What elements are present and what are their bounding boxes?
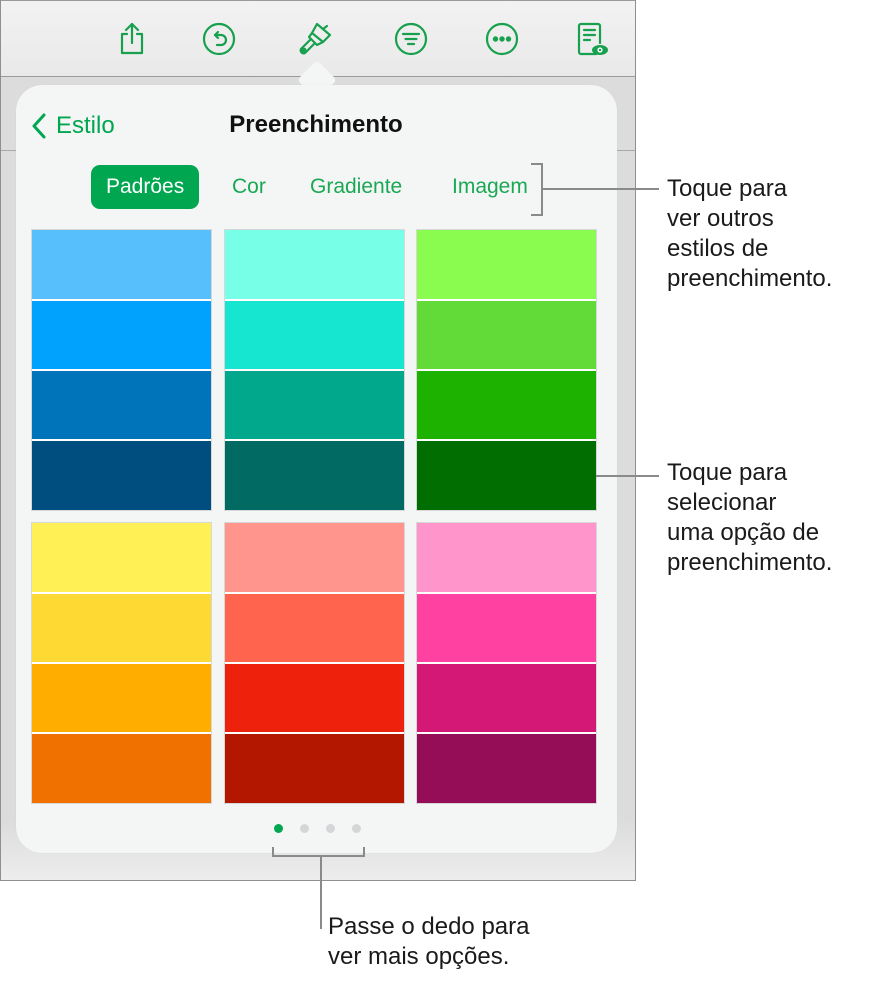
swatch-band[interactable] [32, 592, 211, 662]
page-dot[interactable] [274, 824, 283, 833]
callout-leader-swatches [596, 475, 659, 477]
swatch-blue[interactable] [32, 230, 211, 510]
swatch-band[interactable] [225, 439, 404, 510]
swatch-band[interactable] [417, 230, 596, 299]
popover-title: Preenchimento [229, 111, 403, 138]
tab-padroes[interactable]: Padrões [91, 165, 200, 209]
share-button[interactable] [114, 21, 150, 57]
format-button[interactable] [297, 21, 333, 57]
swatch-band[interactable] [225, 523, 404, 592]
callout-leader-tabs [543, 188, 659, 190]
filter-icon [394, 22, 428, 56]
undo-icon [202, 22, 236, 56]
page-dot[interactable] [326, 824, 335, 833]
swatch-band[interactable] [225, 592, 404, 662]
callout-bracket-right [363, 847, 365, 856]
swatch-band[interactable] [417, 439, 596, 510]
chevron-left-icon [32, 113, 46, 139]
callout-bracket-bottom-swipe [272, 855, 365, 857]
swatch-band[interactable] [225, 230, 404, 299]
more-icon [485, 22, 519, 56]
back-button[interactable]: Estilo [30, 110, 115, 142]
document-view-button[interactable] [574, 21, 610, 57]
tab-imagem[interactable]: Imagem [452, 165, 528, 209]
callout-leader-swipe [320, 856, 322, 929]
page-dot[interactable] [352, 824, 361, 833]
swatch-band[interactable] [417, 299, 596, 369]
back-label: Estilo [56, 112, 115, 139]
callout-bracket-bottom [531, 214, 543, 216]
swatch-band[interactable] [417, 369, 596, 439]
swatch-red[interactable] [225, 523, 404, 803]
filter-button[interactable] [393, 21, 429, 57]
swatch-band[interactable] [32, 299, 211, 369]
swatch-teal[interactable] [225, 230, 404, 510]
swatch-band[interactable] [225, 732, 404, 803]
swatch-band[interactable] [417, 523, 596, 592]
format-brush-icon [299, 22, 332, 55]
swatch-band[interactable] [225, 369, 404, 439]
swatch-band[interactable] [32, 662, 211, 732]
tab-gradiente[interactable]: Gradiente [310, 165, 402, 209]
callout-swipe-text: Passe o dedo para ver mais opções. [328, 913, 530, 970]
swatch-band[interactable] [225, 662, 404, 732]
more-button[interactable] [484, 21, 520, 57]
undo-button[interactable] [201, 21, 237, 57]
swatch-band[interactable] [32, 523, 211, 592]
tab-cor[interactable]: Cor [232, 165, 266, 209]
swatch-band[interactable] [417, 592, 596, 662]
swatch-band[interactable] [417, 732, 596, 803]
swatch-band[interactable] [32, 732, 211, 803]
swatch-yellow-orange[interactable] [32, 523, 211, 803]
swatch-band[interactable] [32, 439, 211, 510]
callout-tabs-text: Toque para ver outros estilos de preench… [667, 175, 833, 292]
swatch-green[interactable] [417, 230, 596, 510]
swatch-pink[interactable] [417, 523, 596, 803]
page-dot[interactable] [300, 824, 309, 833]
page-indicator [274, 824, 361, 834]
swatch-band[interactable] [225, 299, 404, 369]
swatch-band[interactable] [32, 369, 211, 439]
callout-swatch-text: Toque para selecionar uma opção de preen… [667, 459, 833, 576]
document-view-icon [577, 22, 608, 56]
swatch-band[interactable] [32, 230, 211, 299]
swatch-band[interactable] [417, 662, 596, 732]
share-icon [120, 22, 144, 55]
